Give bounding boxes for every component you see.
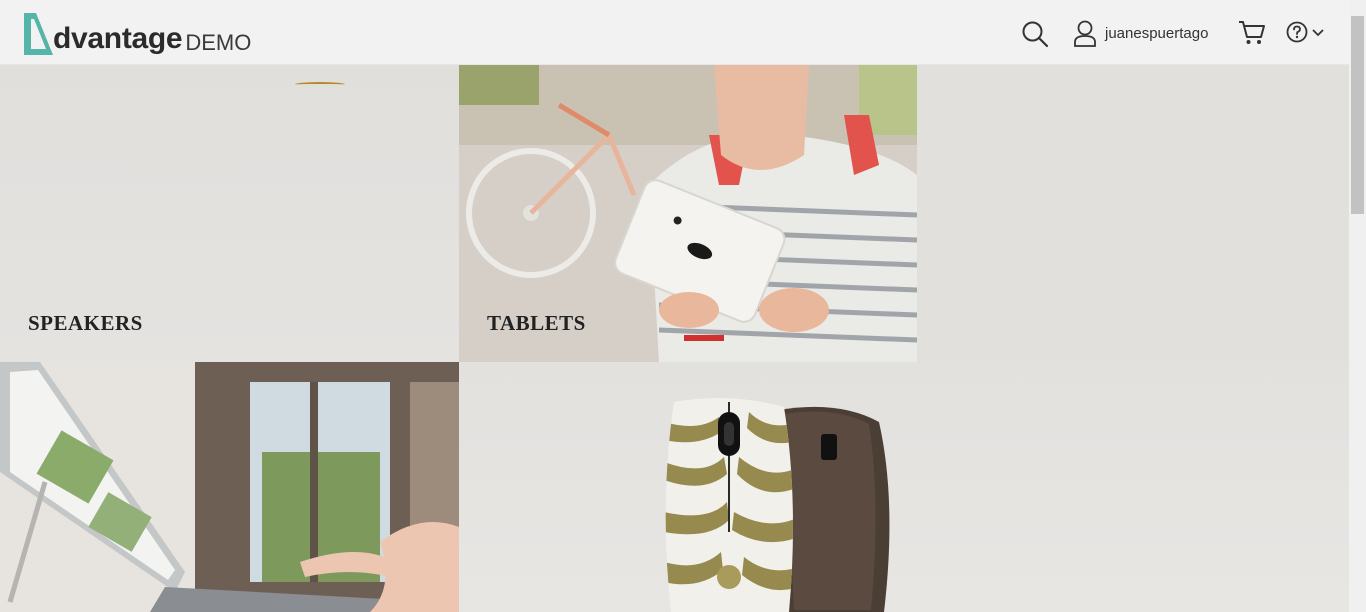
category-label: TABLETS — [487, 311, 586, 335]
category-tile-placeholder — [917, 65, 1349, 362]
category-tile-laptops[interactable] — [0, 362, 459, 612]
category-tile-speakers[interactable]: SPEAKERS — [0, 65, 459, 362]
help-menu-button[interactable] — [1286, 21, 1324, 43]
category-label: SPEAKERS — [28, 311, 143, 335]
chevron-down-icon — [1312, 29, 1324, 37]
help-icon — [1286, 21, 1308, 43]
page-scrollbar[interactable] — [1349, 0, 1366, 612]
user-menu-button[interactable]: juanespuertago — [1073, 19, 1208, 47]
user-icon — [1074, 20, 1096, 47]
scrollbar-thumb[interactable] — [1351, 16, 1364, 214]
logo-demo-text: DEMO — [185, 30, 252, 55]
speaker-image — [295, 82, 345, 87]
laptops-image — [0, 362, 459, 612]
mice-image — [665, 398, 890, 612]
logo-icon — [24, 13, 53, 55]
logo-home-link[interactable]: dvantage DEMO — [22, 9, 251, 57]
category-tile-mice[interactable] — [459, 362, 1349, 612]
top-nav: dvantage DEMO juanespuertago — [0, 0, 1349, 65]
user-name: juanespuertago — [1105, 24, 1209, 42]
category-tile-tablets[interactable]: TABLETS — [459, 65, 917, 362]
cart-icon[interactable] — [1238, 20, 1266, 46]
logo-text: dvantage — [53, 22, 183, 55]
search-icon[interactable] — [1021, 20, 1049, 48]
